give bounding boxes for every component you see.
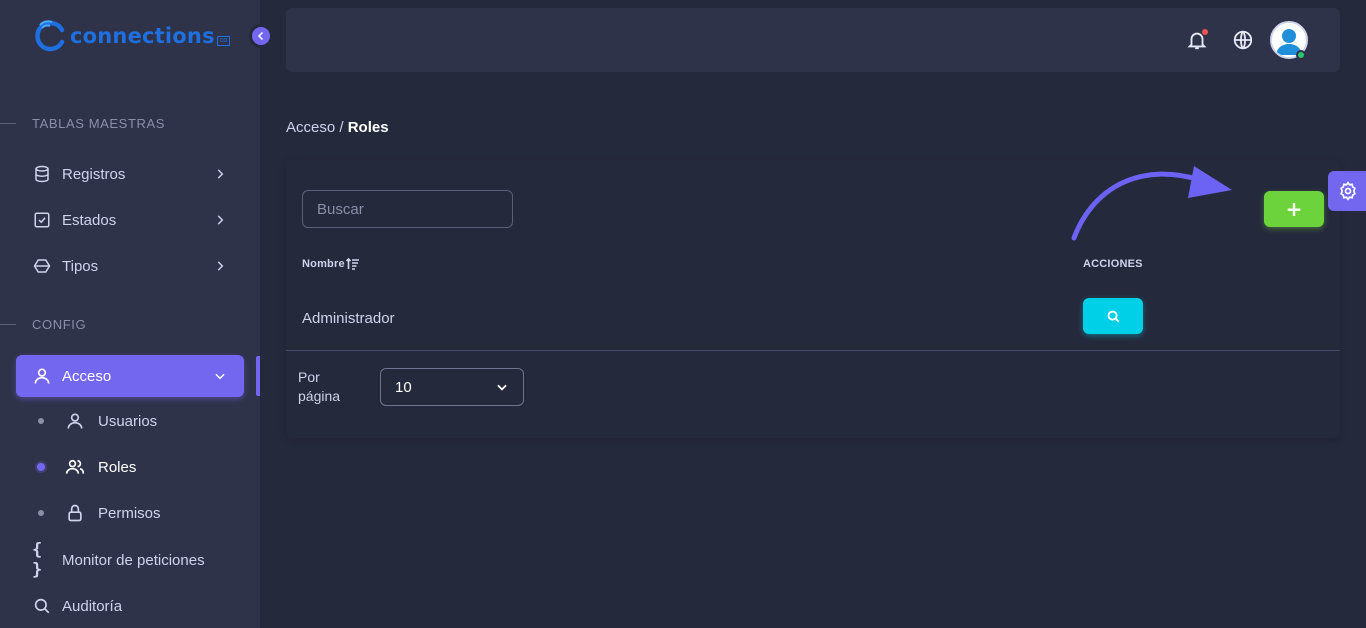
sidebar-item-label: Auditoría <box>62 597 123 615</box>
sidebar: connections co TABLAS MAESTRAS Registros… <box>0 0 260 628</box>
sidebar-subitem-label: Usuarios <box>98 412 158 430</box>
active-indicator <box>256 356 260 396</box>
checkbox-icon <box>32 210 52 230</box>
brand-suffix: co <box>216 36 231 46</box>
sidebar-item-label: Registros <box>62 165 126 183</box>
table-divider <box>286 350 1340 351</box>
chevron-right-icon <box>212 212 228 228</box>
sidebar-item-label: Monitor de peticiones <box>62 551 205 569</box>
bullet-dot-active <box>37 463 45 471</box>
language-button[interactable] <box>1231 28 1255 52</box>
notifications-button[interactable] <box>1185 28 1209 52</box>
chevron-down-icon <box>212 368 228 384</box>
sidebar-item-label: Tipos <box>62 257 99 275</box>
brand-logo[interactable]: connections co <box>32 16 231 56</box>
chevron-right-icon <box>212 166 228 182</box>
curved-arrow-icon <box>1071 166 1232 241</box>
sidebar-item-label: Acceso <box>62 367 112 385</box>
sidebar-subitem-usuarios[interactable]: Usuarios <box>16 401 244 441</box>
bullet-dot <box>38 418 44 424</box>
sidebar-item-tipos[interactable]: Tipos <box>16 245 244 287</box>
sidebar-subitem-label: Roles <box>98 458 137 476</box>
sidebar-subitem-label: Permisos <box>98 504 161 522</box>
section-header-config: CONFIG <box>0 317 260 332</box>
brand-name: connections <box>70 24 215 48</box>
sidebar-subitem-permisos[interactable]: Permisos <box>16 493 244 533</box>
section-title: TABLAS MAESTRAS <box>32 116 166 131</box>
per-page-label: Por página <box>298 369 341 404</box>
online-status-dot <box>1296 50 1306 60</box>
sidebar-collapse-button[interactable] <box>249 24 273 48</box>
breadcrumb-parent[interactable]: Acceso / <box>286 119 344 136</box>
per-page-value: 10 <box>395 378 412 396</box>
search-input[interactable] <box>302 190 513 228</box>
database-icon <box>32 164 52 184</box>
logo-icon <box>32 18 68 54</box>
sidebar-item-label: Estados <box>62 211 117 229</box>
sidebar-item-acceso[interactable]: Acceso <box>16 355 244 397</box>
braces-icon: { } <box>32 540 43 580</box>
add-role-button[interactable]: + <box>1264 191 1324 227</box>
section-divider <box>0 123 16 124</box>
breadcrumb: Acceso / Roles <box>286 119 389 136</box>
column-header-nombre[interactable]: Nombre <box>302 258 360 270</box>
table-cell-nombre: Administrador <box>302 310 395 327</box>
sidebar-item-monitor[interactable]: { } Monitor de peticiones <box>16 539 244 581</box>
chevron-right-icon <box>212 258 228 274</box>
search-icon <box>32 596 52 616</box>
hexagon-icon <box>32 256 52 276</box>
user-icon <box>32 366 52 386</box>
chevron-down-icon <box>495 380 509 394</box>
sidebar-subitem-roles[interactable]: Roles <box>16 447 244 487</box>
customizer-toggle-button[interactable] <box>1328 171 1366 211</box>
lock-icon <box>64 502 86 524</box>
sort-icon <box>345 258 359 270</box>
notification-badge <box>1202 29 1208 35</box>
top-navbar <box>286 8 1340 72</box>
globe-icon <box>1233 30 1253 50</box>
section-divider <box>0 324 16 325</box>
sidebar-item-estados[interactable]: Estados <box>16 199 244 241</box>
search-icon <box>1107 310 1119 322</box>
sidebar-item-auditoria[interactable]: Auditoría <box>16 585 244 627</box>
view-role-button[interactable] <box>1083 298 1143 334</box>
section-title: CONFIG <box>32 317 87 332</box>
users-icon <box>64 456 86 478</box>
user-icon <box>64 410 86 432</box>
chevron-left-icon <box>257 31 264 41</box>
bullet-dot <box>38 510 44 516</box>
per-page-select[interactable]: 10 <box>380 368 524 406</box>
sidebar-item-registros[interactable]: Registros <box>16 153 244 195</box>
section-header-tablas-maestras: TABLAS MAESTRAS <box>0 116 260 131</box>
column-header-acciones: ACCIONES <box>1083 258 1143 270</box>
gear-icon <box>1340 181 1356 201</box>
breadcrumb-current: Roles <box>347 119 389 136</box>
column-header-label: Nombre <box>302 258 345 270</box>
